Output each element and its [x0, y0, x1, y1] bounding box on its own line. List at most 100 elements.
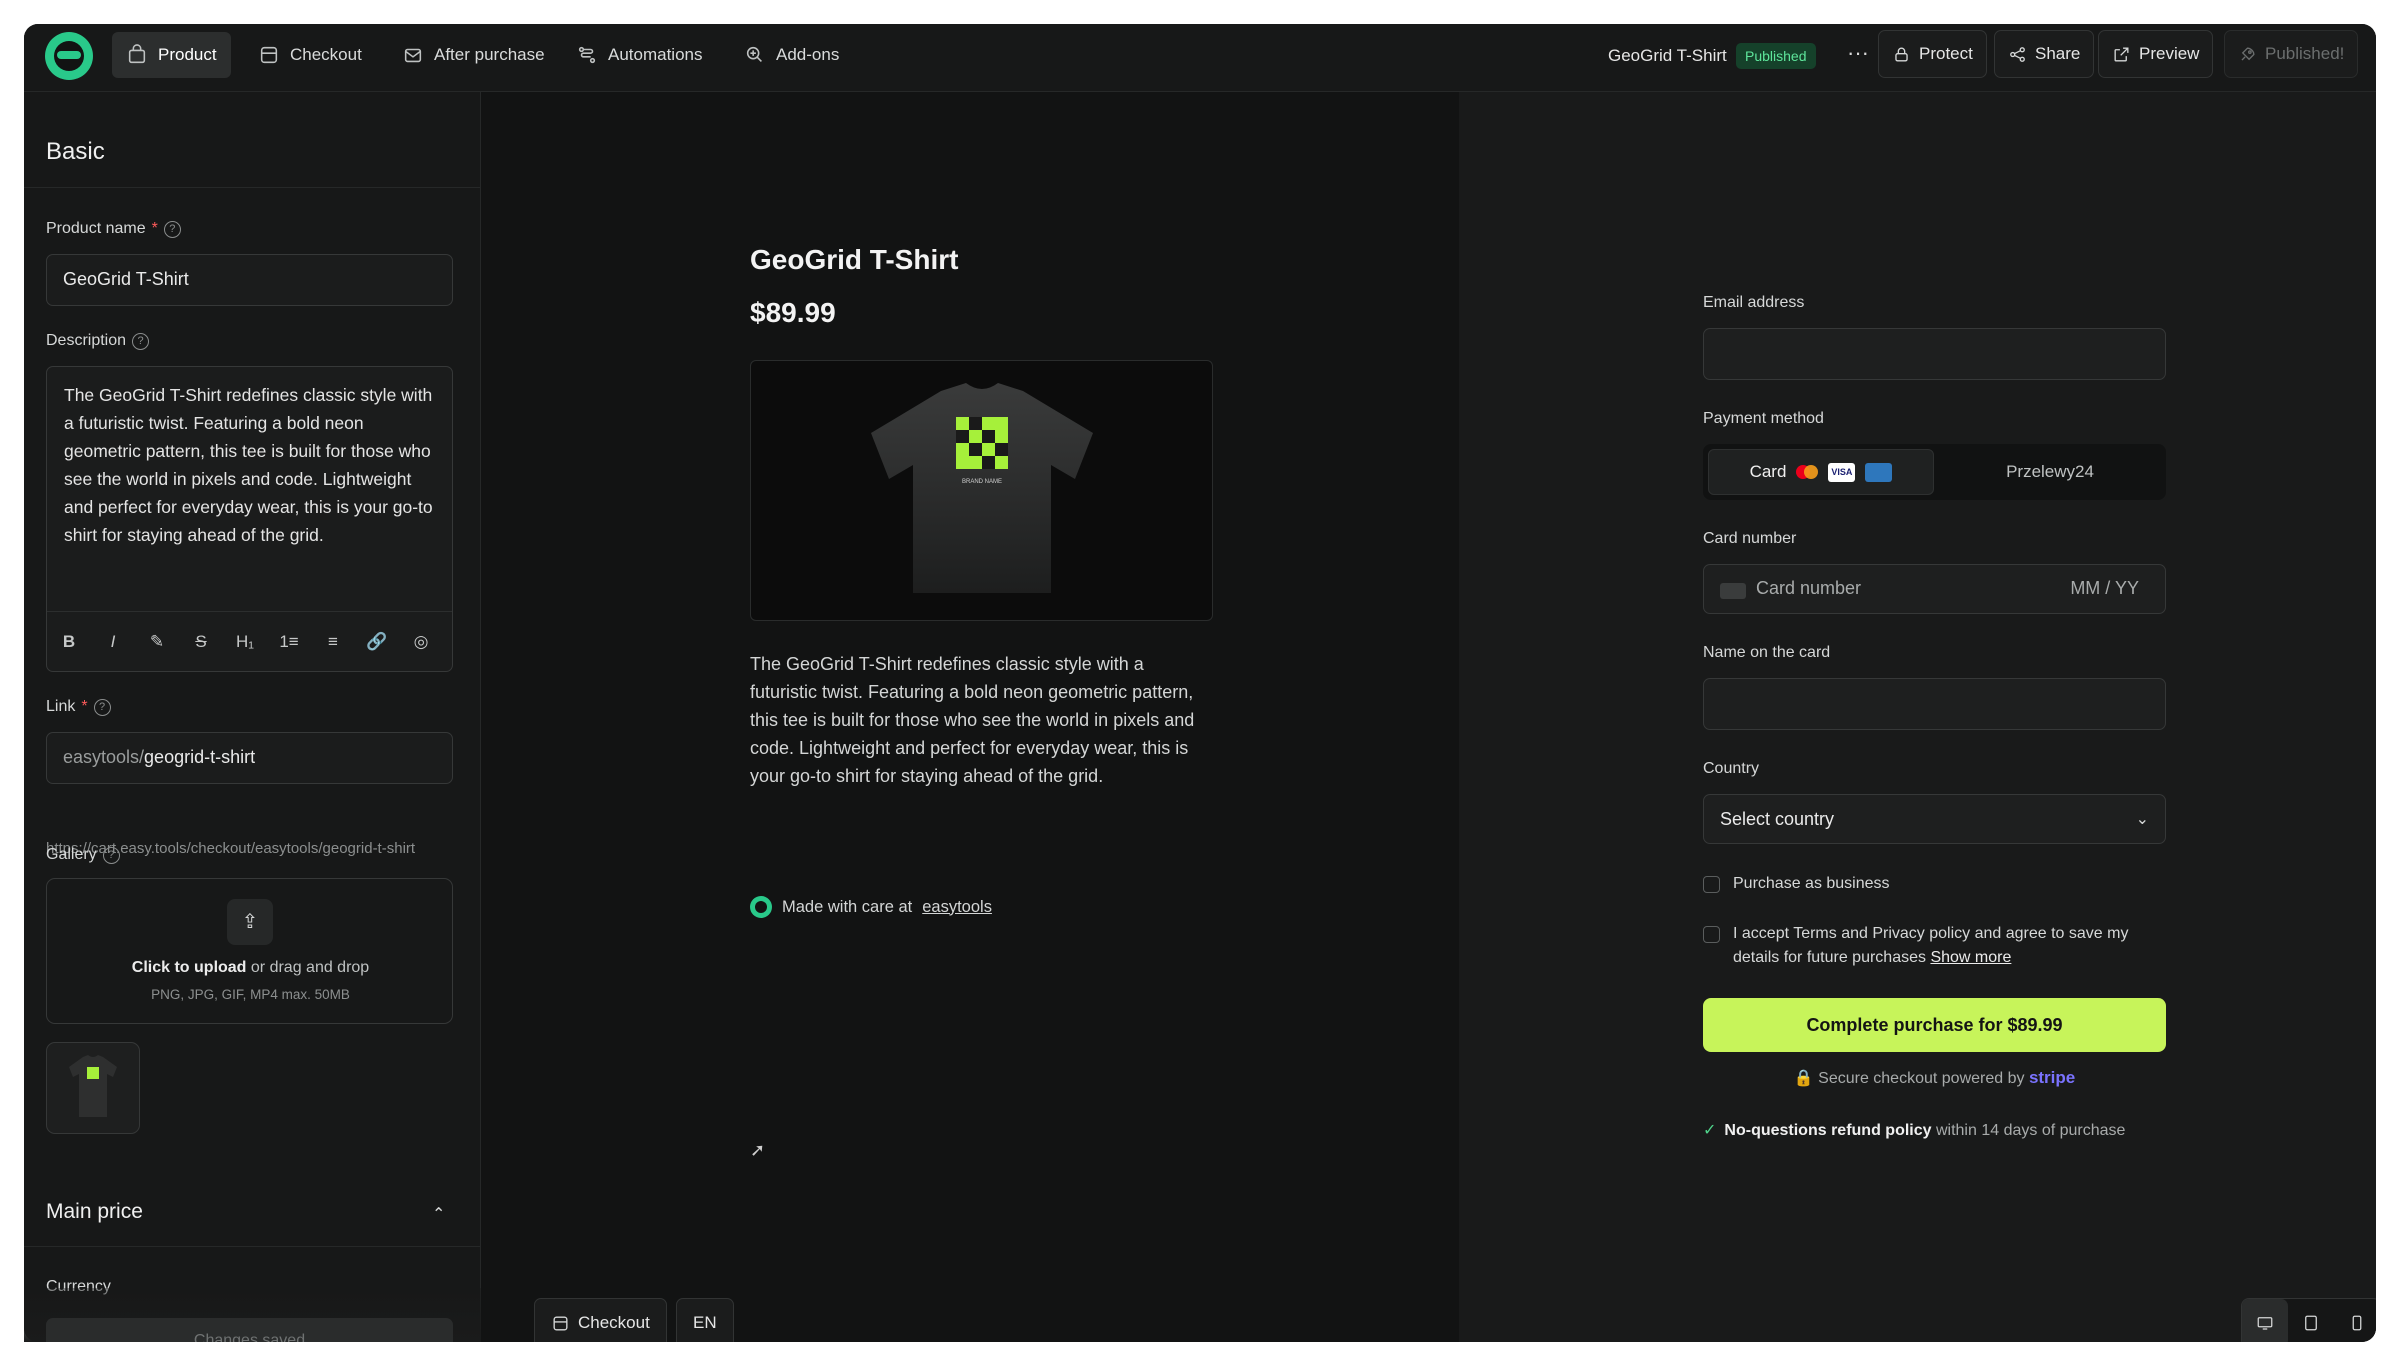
- addon-icon: [746, 46, 762, 62]
- device-preview-switcher: [2241, 1298, 2376, 1342]
- mastercard-icon: [1796, 465, 1819, 479]
- published-label: Published!: [2265, 44, 2345, 63]
- payment-method-tabs: Card VISA Przelewy24: [1703, 444, 2166, 500]
- desktop-icon: [2257, 1317, 2273, 1330]
- mouse-cursor-icon: ➚: [750, 1140, 766, 1160]
- gallery-label-text: Gallery: [46, 846, 97, 863]
- refund-policy-note: ✓ No-questions refund policy within 14 da…: [1703, 1120, 2125, 1140]
- envelope-icon: [404, 48, 422, 63]
- chevron-down-icon: ⌄: [2135, 811, 2149, 828]
- tshirt-thumbnail-image: [69, 1055, 117, 1117]
- language-label: EN: [693, 1313, 717, 1332]
- tab-add-ons-label: Add-ons: [776, 45, 840, 64]
- upload-cloud-icon: ⇪: [227, 899, 273, 945]
- published-button[interactable]: Published!: [2224, 30, 2359, 78]
- expiry-placeholder: MM / YY: [2070, 578, 2139, 598]
- easytools-logo[interactable]: [45, 32, 93, 80]
- changes-saved-button[interactable]: Changes saved: [46, 1318, 453, 1342]
- show-more-link[interactable]: Show more: [1930, 949, 2011, 966]
- tab-checkout[interactable]: Checkout: [244, 32, 376, 78]
- tablet-view-button[interactable]: [2288, 1299, 2334, 1342]
- tab-add-ons[interactable]: Add-ons: [730, 32, 853, 78]
- checkout-icon: [553, 1315, 568, 1331]
- help-icon[interactable]: ?: [102, 846, 120, 864]
- tab-after-purchase-label: After purchase: [434, 45, 545, 64]
- country-select-value: Select country: [1720, 809, 1835, 829]
- email-label: Email address: [1703, 294, 1805, 311]
- divider: [24, 1246, 481, 1247]
- tab-automations[interactable]: Automations: [562, 32, 717, 78]
- credit-card-icon: [1720, 583, 1746, 599]
- gallery-thumbnail[interactable]: [46, 1042, 140, 1134]
- gallery-label: Gallery ?: [46, 846, 120, 864]
- terms-checkbox[interactable]: [1703, 926, 1720, 943]
- desktop-view-button[interactable]: [2242, 1299, 2288, 1342]
- upload-instructions: Click to upload or drag and drop: [47, 959, 454, 977]
- tab-automations-label: Automations: [608, 45, 703, 64]
- przelewy24-tab[interactable]: Przelewy24: [1939, 449, 2161, 495]
- secure-checkout-note: 🔒 Secure checkout powered by stripe: [1703, 1068, 2166, 1088]
- made-with-text: Made with care at: [782, 897, 913, 916]
- preview-product-price: $89.99: [750, 297, 836, 328]
- product-preview-panel: GeoGrid T-Shirt $89.99 BRAND NAME The Ge…: [482, 92, 1459, 1342]
- secure-text: Secure checkout powered by: [1818, 1070, 2025, 1087]
- share-label: Share: [2035, 44, 2081, 63]
- share-icon: [2010, 46, 2025, 62]
- lock-icon: 🔒: [1793, 1070, 1814, 1087]
- protect-label: Protect: [1919, 44, 1973, 63]
- card-number-field[interactable]: Card number MM / YY: [1703, 564, 2166, 614]
- check-icon: ✓: [1703, 1122, 1717, 1139]
- easytools-link[interactable]: easytools: [922, 898, 992, 917]
- complete-purchase-button[interactable]: Complete purchase for $89.99: [1703, 998, 2166, 1052]
- card-tab-label: Card: [1749, 462, 1787, 481]
- mobile-icon: [2352, 1315, 2362, 1331]
- product-title: GeoGrid T-Shirt: [1608, 46, 1727, 65]
- mobile-view-button[interactable]: [2334, 1299, 2376, 1342]
- protect-button[interactable]: Protect: [1878, 30, 1987, 78]
- card-number-label: Card number: [1703, 530, 1797, 547]
- status-badge: Published: [1736, 43, 1816, 69]
- amex-icon: [1865, 462, 1893, 482]
- top-bar: Product Checkout After purchase Automati…: [24, 24, 2376, 92]
- checkout-form-preview: Email address Payment method Card VISA P…: [1459, 92, 2376, 1342]
- automation-icon: [578, 46, 596, 64]
- stripe-logo: stripe: [2028, 1068, 2076, 1087]
- language-button[interactable]: EN: [676, 1298, 734, 1342]
- terms-checkbox-label: I accept Terms and Privacy policy and ag…: [1733, 922, 2173, 970]
- section-main-price-title: Main price: [46, 1200, 143, 1223]
- preview-label: Preview: [2139, 44, 2200, 63]
- refund-rest: within 14 days of purchase: [1931, 1122, 2126, 1139]
- upload-rest: or drag and drop: [246, 959, 370, 976]
- tab-product[interactable]: Product: [112, 32, 231, 78]
- gallery-upload-dropzone[interactable]: ⇪ Click to upload or drag and drop PNG, …: [46, 878, 453, 1024]
- payment-method-label: Payment method: [1703, 410, 1824, 427]
- country-select[interactable]: Select country ⌄: [1703, 794, 2166, 844]
- bag-icon: [128, 44, 146, 64]
- easytools-mini-logo: [750, 896, 772, 918]
- tablet-icon: [2305, 1315, 2317, 1331]
- business-checkbox-label: Purchase as business: [1733, 875, 1890, 892]
- name-on-card-field[interactable]: [1703, 678, 2166, 730]
- country-label: Country: [1703, 760, 1760, 777]
- external-link-icon: [2114, 46, 2129, 62]
- tab-product-label: Product: [158, 45, 217, 64]
- chevron-up-icon[interactable]: ⌃: [432, 1204, 445, 1224]
- more-options-button[interactable]: ···: [1842, 40, 1874, 72]
- made-with-footer: Made with care at easytools: [750, 896, 992, 918]
- share-button[interactable]: Share: [1994, 30, 2095, 78]
- rocket-icon: [2241, 46, 2255, 61]
- email-field[interactable]: [1703, 328, 2166, 380]
- tab-after-purchase[interactable]: After purchase: [388, 32, 559, 78]
- checkout-view-label: Checkout: [578, 1313, 650, 1332]
- upload-formats: PNG, JPG, GIF, MP4 max. 50MB: [151, 987, 350, 1002]
- preview-button[interactable]: Preview: [2098, 30, 2214, 78]
- preview-product-description: The GeoGrid T-Shirt redefines classic st…: [750, 654, 1195, 786]
- business-checkbox[interactable]: [1703, 876, 1720, 893]
- tab-checkout-label: Checkout: [290, 45, 362, 64]
- preview-product-title: GeoGrid T-Shirt: [750, 244, 959, 275]
- card-number-placeholder: Card number: [1756, 578, 1862, 598]
- checkout-icon: [260, 46, 278, 64]
- checkout-view-button[interactable]: Checkout: [534, 1298, 667, 1342]
- tshirt-image: BRAND NAME: [871, 383, 1093, 593]
- card-tab[interactable]: Card VISA: [1708, 449, 1934, 495]
